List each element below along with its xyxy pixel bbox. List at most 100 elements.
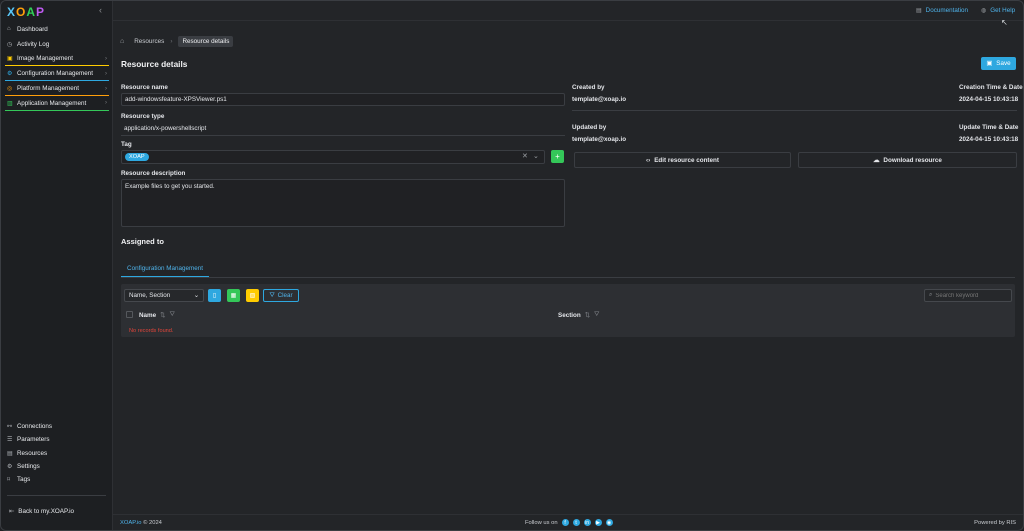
resource-description-label: Resource description <box>121 170 186 177</box>
tab-label: Configuration Management <box>127 265 203 272</box>
search-input[interactable] <box>935 292 1006 299</box>
youtube-icon[interactable]: ▶ <box>594 519 602 526</box>
clock-icon: ◷ <box>7 41 13 48</box>
export-csv-button[interactable]: ▯ <box>208 289 221 302</box>
chevron-down-icon[interactable]: ⌄ <box>533 152 539 160</box>
divider <box>572 110 1017 111</box>
collapse-sidebar-icon[interactable]: ‹ <box>99 5 102 15</box>
search-icon: ⌕ <box>929 292 933 298</box>
sidebar-item-label: Connections <box>17 423 53 431</box>
sidebar-item-label: Application Management <box>17 99 87 107</box>
back-to-xoap-link[interactable]: ⇤ Back to my.XOAP.io <box>9 508 74 515</box>
export-pdf-button[interactable]: ▧ <box>246 289 259 302</box>
clear-tag-icon[interactable]: ✕ <box>522 152 528 160</box>
sidebar-item-parameters[interactable]: ☰ Parameters <box>1 433 113 446</box>
tab-configuration-management[interactable]: Configuration Management <box>121 261 209 277</box>
home-icon[interactable]: ⌂ <box>120 38 124 45</box>
footer-year: © 2024 <box>143 520 162 526</box>
sidebar-item-resources[interactable]: ▤ Resources <box>1 447 113 460</box>
download-label: Download resource <box>883 156 942 164</box>
topbar: ▤ Documentation ◍ Get Help <box>113 1 1023 21</box>
save-button[interactable]: ▣ Save <box>981 57 1016 70</box>
help-icon: ◍ <box>981 8 987 14</box>
cloud-download-icon: ☁ <box>873 156 880 164</box>
updated-by-value: template@xoap.io <box>572 136 627 143</box>
resource-type-label: Resource type <box>121 113 165 120</box>
filter-icon[interactable]: ⛛ <box>169 311 174 319</box>
sort-icon[interactable]: ⇅ <box>585 312 590 319</box>
platform-icon: ◎ <box>7 86 13 93</box>
sidebar-item-activity-log[interactable]: ◷ Activity Log <box>1 37 113 52</box>
footer-social: Follow us on f t in ▶ ◉ <box>525 519 613 526</box>
column-header-name[interactable]: Name ⇅ ⛛ <box>139 311 175 319</box>
tag-chip[interactable]: XOAP <box>125 153 149 161</box>
sidebar-item-application-management[interactable]: ▥ Application Management › <box>1 96 113 111</box>
save-label: Save <box>996 60 1011 67</box>
documentation-link[interactable]: ▤ Documentation <box>916 7 968 14</box>
home-icon: ⌂ <box>7 26 11 33</box>
resource-name-label: Resource name <box>121 84 168 91</box>
breadcrumb-resources[interactable]: Resources <box>134 38 164 45</box>
sidebar-item-tags[interactable]: ⌑ Tags <box>1 473 113 486</box>
plus-icon: + <box>555 152 560 161</box>
main-content: ⌂ Resources › Resource details Resource … <box>113 22 1023 514</box>
save-icon: ▣ <box>986 60 993 67</box>
get-help-label: Get Help <box>990 7 1016 14</box>
sidebar-item-label: Platform Management <box>17 85 79 93</box>
column-filter-select[interactable]: Name, Section ⌄ <box>124 289 204 302</box>
export-excel-button[interactable]: ▦ <box>227 289 240 302</box>
edit-resource-content-button[interactable]: ‹› Edit resource content <box>574 152 791 168</box>
link-icon: ⚯ <box>7 424 13 431</box>
sidebar-item-label: Configuration Management <box>17 70 93 78</box>
download-resource-button[interactable]: ☁ Download resource <box>798 152 1017 168</box>
config-icon: ⚙ <box>7 71 13 78</box>
search-box[interactable]: ⌕ <box>924 289 1012 302</box>
sidebar-item-image-management[interactable]: ▣ Image Management › <box>1 52 113 67</box>
resource-description-textarea[interactable]: Example files to get you started. <box>121 179 565 227</box>
column-header-label: Section <box>558 311 581 319</box>
sidebar-item-connections[interactable]: ⚯ Connections <box>1 420 113 433</box>
column-filter-value: Name, Section <box>129 292 171 299</box>
tag-select[interactable] <box>121 150 545 164</box>
sidebar-item-configuration-management[interactable]: ⚙ Configuration Management › <box>1 66 113 82</box>
sidebar-bottom-nav: ⚯ Connections ☰ Parameters ▤ Resources ⚙… <box>1 420 113 486</box>
filter-icon: ⛛ <box>269 291 275 299</box>
select-all-checkbox[interactable] <box>126 311 133 318</box>
back-label: Back to my.XOAP.io <box>18 508 75 515</box>
add-tag-button[interactable]: + <box>551 150 564 163</box>
sidebar-item-dashboard[interactable]: ⌂ Dashboard <box>1 22 113 37</box>
edit-content-label: Edit resource content <box>654 156 719 164</box>
github-icon[interactable]: ◉ <box>605 519 613 526</box>
documentation-label: Documentation <box>925 7 969 14</box>
sidebar-item-platform-management[interactable]: ◎ Platform Management › <box>1 81 113 96</box>
twitter-icon[interactable]: t <box>572 519 580 526</box>
linkedin-icon[interactable]: in <box>583 519 591 526</box>
sort-icon[interactable]: ⇅ <box>160 312 165 319</box>
xoap-logo[interactable]: XOAP <box>7 5 45 19</box>
accent-bar <box>5 109 109 111</box>
filter-icon[interactable]: ⛛ <box>594 311 599 319</box>
follow-label: Follow us on <box>525 519 558 526</box>
footer-brand-link[interactable]: XOAP.io <box>120 520 141 526</box>
clear-label: Clear <box>277 292 293 299</box>
column-header-section[interactable]: Section ⇅ ⛛ <box>558 311 599 319</box>
sidebar-item-label: Settings <box>17 463 40 471</box>
get-help-link[interactable]: ◍ Get Help <box>981 7 1015 14</box>
excel-icon: ▦ <box>230 293 237 299</box>
creation-time-value: 2024-04-15 10:43:18 <box>959 96 1019 103</box>
column-header-label: Name <box>139 311 157 319</box>
clear-filter-button[interactable]: ⛛ Clear <box>263 289 299 302</box>
creation-time-label: Creation Time & Date <box>959 84 1023 91</box>
gear-icon: ⚙ <box>7 464 13 471</box>
file-icon: ▯ <box>212 293 217 299</box>
app-window: XOAP ‹ ⌂ Dashboard ◷ Activity Log ▣ Imag… <box>0 0 1024 531</box>
sidebar-item-label: Parameters <box>17 436 50 444</box>
footer-copyright: XOAP.io © 2024 <box>120 520 162 526</box>
pdf-icon: ▧ <box>249 293 256 299</box>
facebook-icon[interactable]: f <box>561 519 569 526</box>
created-by-label: Created by <box>572 84 605 91</box>
resource-name-input[interactable]: add-windowsfeature-XPSViewer.ps1 <box>121 93 565 106</box>
sidebar-item-settings[interactable]: ⚙ Settings <box>1 460 113 473</box>
chevron-right-icon: › <box>105 55 107 62</box>
breadcrumb-current: Resource details <box>178 36 234 47</box>
